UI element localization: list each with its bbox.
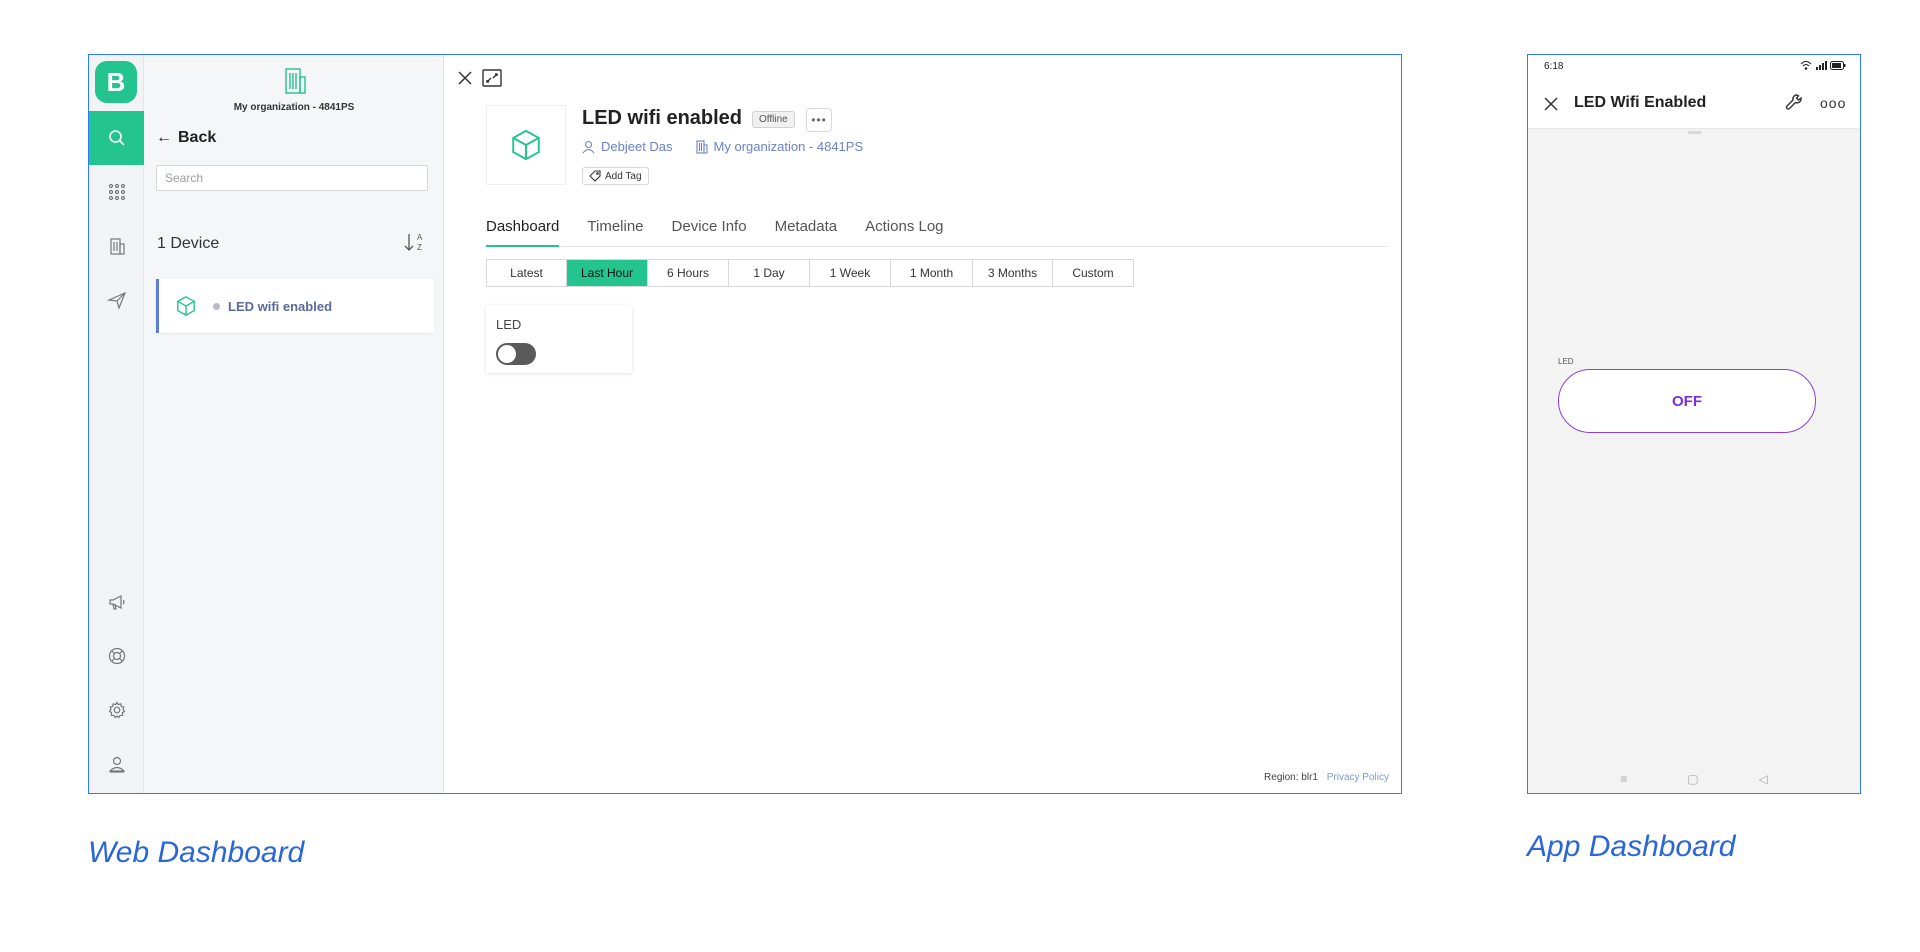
search-icon <box>108 130 125 146</box>
time-range-selector: Latest Last Hour 6 Hours 1 Day 1 Week 1 … <box>486 259 1134 287</box>
toggle-knob <box>498 345 516 363</box>
phone-navigation-bar: ≡ ▢ ◁ <box>1528 765 1860 793</box>
device-list-item[interactable]: LED wifi enabled <box>156 279 434 333</box>
range-1-month[interactable]: 1 Month <box>891 260 973 286</box>
organization-name: My organization - 4841PS <box>233 102 355 113</box>
led-off-button[interactable]: OFF <box>1558 369 1816 433</box>
device-detail-panel: LED wifi enabled Offline ••• Debjeet Das… <box>444 55 1401 793</box>
battery-icon <box>1830 60 1846 70</box>
app-header: LED Wifi Enabled ooo <box>1528 79 1860 129</box>
status-dot <box>213 302 220 310</box>
range-last-hour[interactable]: Last Hour <box>567 260 648 286</box>
status-icons <box>1800 60 1846 70</box>
back-nav-icon[interactable]: ◁ <box>1759 772 1768 786</box>
arrow-left-icon: ← <box>156 129 172 146</box>
widget-label: LED <box>496 317 522 332</box>
status-badge: Offline <box>752 111 795 128</box>
back-button[interactable]: ← Back <box>156 129 216 147</box>
more-options-button[interactable]: ooo <box>1820 95 1846 111</box>
svg-text:A: A <box>417 233 423 242</box>
app-dashboard-caption: App Dashboard <box>1527 830 1736 863</box>
add-tag-button[interactable]: Add Tag <box>582 167 649 185</box>
brand-logo[interactable]: B <box>95 61 137 103</box>
range-3-months[interactable]: 3 Months <box>973 260 1053 286</box>
menu-nav-icon[interactable]: ≡ <box>1620 772 1627 786</box>
web-dashboard-caption: Web Dashboard <box>88 836 305 869</box>
phone-status-bar: 6:18 <box>1528 55 1860 79</box>
paper-plane-icon <box>106 291 126 310</box>
widget-label: LED <box>1558 357 1574 366</box>
search-nav-button[interactable] <box>89 111 144 165</box>
device-meta: Debjeet Das My organization - 4841PS <box>582 139 863 154</box>
device-image <box>486 105 566 185</box>
svg-text:Z: Z <box>417 243 422 252</box>
gear-icon <box>108 701 125 719</box>
organization-link[interactable]: My organization - 4841PS <box>714 139 864 154</box>
close-icon[interactable] <box>456 69 474 87</box>
more-options-button[interactable]: ••• <box>806 108 832 132</box>
close-icon[interactable] <box>1542 95 1560 113</box>
device-count: 1 Device <box>157 235 220 252</box>
icon-rail: B <box>89 55 144 793</box>
range-6-hours[interactable]: 6 Hours <box>648 260 729 286</box>
app-title: LED Wifi Enabled <box>1574 94 1707 111</box>
cube-icon <box>512 129 540 161</box>
device-list-panel: My organization - 4841PS ← Back 1 Device… <box>144 55 444 793</box>
wrench-icon[interactable] <box>1784 93 1804 113</box>
led-toggle-switch[interactable] <box>496 343 536 365</box>
lifebuoy-icon <box>108 647 125 665</box>
signal-icon <box>1816 61 1827 70</box>
building-icon <box>280 68 308 99</box>
range-latest[interactable]: Latest <box>487 260 567 286</box>
building-icon <box>695 139 708 154</box>
device-title: LED wifi enabled <box>582 107 743 129</box>
tab-metadata[interactable]: Metadata <box>775 213 838 247</box>
add-tag-label: Add Tag <box>605 170 642 182</box>
tab-device-info[interactable]: Device Info <box>672 213 747 247</box>
region-label: Region: blr1 <box>1264 772 1318 783</box>
profile-nav-button[interactable] <box>89 737 144 791</box>
messages-nav-button[interactable] <box>89 273 144 327</box>
tab-bar: Dashboard Timeline Device Info Metadata … <box>486 213 1389 247</box>
back-label: Back <box>178 129 217 146</box>
drag-handle[interactable] <box>1688 131 1702 134</box>
device-name: LED wifi enabled <box>228 298 333 314</box>
wifi-icon <box>1800 61 1812 70</box>
range-custom[interactable]: Custom <box>1053 260 1133 286</box>
announcements-nav-button[interactable] <box>89 575 144 629</box>
help-nav-button[interactable] <box>89 629 144 683</box>
tab-actions-log[interactable]: Actions Log <box>865 213 943 247</box>
cube-icon <box>177 296 195 316</box>
status-time: 6:18 <box>1544 61 1564 72</box>
owner-link[interactable]: Debjeet Das <box>601 139 673 154</box>
user-icon <box>582 140 595 153</box>
tab-dashboard[interactable]: Dashboard <box>486 213 560 247</box>
megaphone-icon <box>108 595 125 610</box>
sort-icon[interactable]: AZ <box>403 230 425 254</box>
tag-icon <box>589 170 601 182</box>
user-icon <box>108 756 125 773</box>
app-dashboard-frame: 6:18 LED Wifi Enabled ooo LED OFF ≡ ▢ ◁ <box>1527 54 1861 794</box>
settings-nav-button[interactable] <box>89 683 144 737</box>
organization-nav-button[interactable] <box>89 219 144 273</box>
web-dashboard-frame: B My organization - 4841PS ← Back Search… <box>88 54 1402 794</box>
tab-timeline[interactable]: Timeline <box>587 213 643 247</box>
organization-header: My organization - 4841PS <box>144 65 444 113</box>
led-switch-widget: LED <box>486 305 632 373</box>
expand-icon[interactable] <box>482 69 502 87</box>
footer: Region: blr1 Privacy Policy <box>1264 772 1389 783</box>
range-1-day[interactable]: 1 Day <box>729 260 810 286</box>
grid-icon <box>108 183 125 201</box>
apps-nav-button[interactable] <box>89 165 144 219</box>
building-icon <box>109 238 125 255</box>
range-1-week[interactable]: 1 Week <box>810 260 891 286</box>
search-input[interactable] <box>156 165 428 191</box>
privacy-policy-link[interactable]: Privacy Policy <box>1327 772 1389 783</box>
home-nav-icon[interactable]: ▢ <box>1687 772 1698 786</box>
